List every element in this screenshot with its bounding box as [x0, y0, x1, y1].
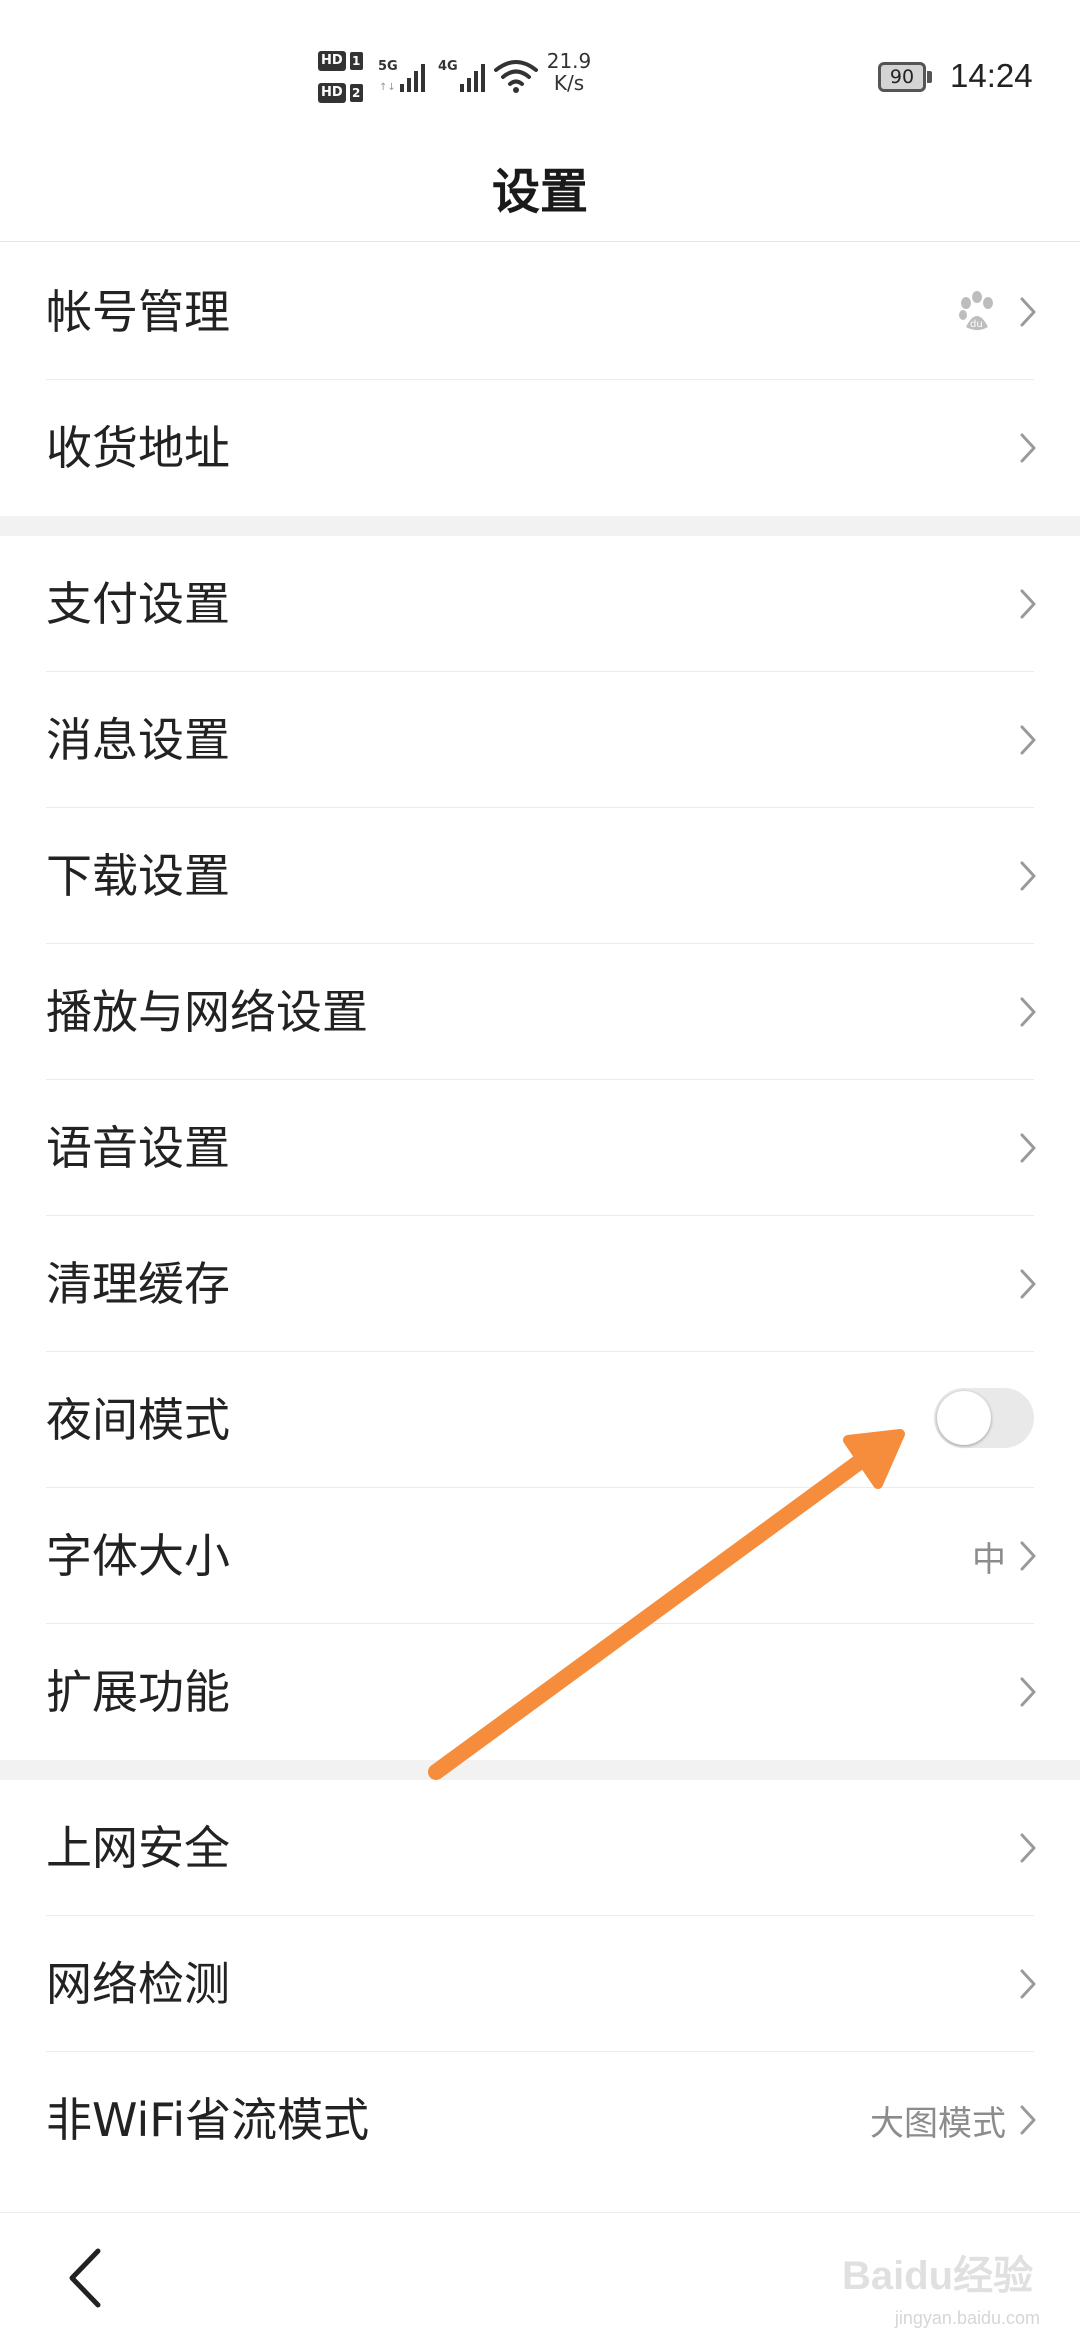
sim2-number: 2 — [349, 84, 363, 102]
row-label: 播放与网络设置 — [46, 985, 368, 1039]
settings-row-download[interactable]: 下载设置 — [0, 808, 1080, 944]
chevron-right-icon — [1020, 589, 1036, 619]
row-label: 夜间模式 — [46, 1393, 230, 1447]
row-label: 扩展功能 — [46, 1665, 230, 1719]
section-divider — [0, 516, 1080, 536]
chevron-right-icon — [1020, 433, 1036, 463]
night-mode-toggle[interactable] — [934, 1388, 1034, 1448]
settings-row-voice[interactable]: 语音设置 — [0, 1080, 1080, 1216]
baidu-paw-icon: du — [959, 291, 993, 330]
signal-4g-icon: 4G — [438, 59, 485, 92]
chevron-right-icon — [1020, 1833, 1036, 1863]
row-label: 网络检测 — [46, 1957, 230, 2011]
settings-row-payment[interactable]: 支付设置 — [0, 536, 1080, 672]
chevron-right-icon — [1020, 1133, 1036, 1163]
font-size-value: 中 — [972, 1539, 1006, 1580]
settings-row-clear-cache[interactable]: 清理缓存 — [0, 1216, 1080, 1352]
settings-row-address[interactable]: 收货地址 — [0, 380, 1080, 516]
sim-indicators: HD 1 HD 2 — [318, 50, 370, 106]
settings-row-extensions[interactable]: 扩展功能 — [0, 1624, 1080, 1760]
chevron-right-icon — [1020, 997, 1036, 1027]
row-label: 支付设置 — [46, 577, 230, 631]
page-title: 设置 — [491, 164, 588, 220]
baidu-watermark-logo: Baidu经验 — [842, 2254, 1033, 2298]
row-label: 语音设置 — [46, 1121, 230, 1175]
wifi-icon — [494, 60, 538, 93]
settings-row-data-saver[interactable]: 非WiFi省流模式 大图模式 — [0, 2052, 1080, 2188]
chevron-right-icon — [1020, 725, 1036, 755]
settings-row-night-mode: 夜间模式 — [0, 1352, 1080, 1488]
settings-row-browsing-security[interactable]: 上网安全 — [0, 1780, 1080, 1916]
network-speed-unit: K/s — [553, 71, 585, 95]
data-saver-value: 大图模式 — [870, 2103, 1006, 2144]
settings-row-playback-network[interactable]: 播放与网络设置 — [0, 944, 1080, 1080]
chevron-right-icon — [1020, 297, 1036, 327]
network-speed: 21.9 K/s — [546, 50, 592, 94]
chevron-right-icon — [1020, 1541, 1036, 1571]
battery-icon: 90 — [878, 62, 932, 94]
chevron-right-icon — [1020, 2105, 1036, 2135]
chevron-right-icon — [1020, 1969, 1036, 1999]
sim2-hd-label: HD — [318, 83, 346, 103]
settings-row-account[interactable]: 帐号管理 du — [0, 244, 1080, 380]
signal-5g-icon: 5G ↑↓ — [378, 59, 425, 93]
row-label: 清理缓存 — [46, 1257, 230, 1311]
watermark-logo-text: Baidu经验 — [842, 2254, 1033, 2298]
row-label: 字体大小 — [46, 1529, 230, 1583]
settings-row-network-check[interactable]: 网络检测 — [0, 1916, 1080, 2052]
toggle-knob — [937, 1391, 991, 1445]
row-label: 收货地址 — [46, 421, 230, 475]
svg-text:du: du — [970, 319, 983, 330]
status-bar: HD 1 HD 2 5G ↑↓ 4G 21.9 K/s 90 14:24 — [0, 0, 1080, 138]
battery-level: 90 — [878, 62, 926, 92]
row-label: 帐号管理 — [46, 285, 230, 339]
clock: 14:24 — [950, 57, 1033, 94]
sim1-number: 1 — [349, 52, 363, 70]
watermark-url: jingyan.baidu.com — [894, 2308, 1040, 2328]
header: 设置 — [0, 138, 1080, 242]
row-label: 下载设置 — [46, 849, 230, 903]
row-label: 上网安全 — [46, 1821, 230, 1875]
chevron-right-icon — [1020, 861, 1036, 891]
svg-text:↑↓: ↑↓ — [379, 82, 396, 93]
row-label: 非WiFi省流模式 — [46, 2093, 370, 2147]
settings-row-font-size[interactable]: 字体大小 中 — [0, 1488, 1080, 1624]
row-label: 消息设置 — [46, 713, 230, 767]
signal2-type-label: 4G — [438, 59, 458, 74]
signal1-type-label: 5G — [378, 59, 398, 74]
chevron-right-icon — [1020, 1677, 1036, 1707]
back-arrow-icon[interactable] — [56, 2243, 116, 2313]
bottom-nav-bar: Baidu经验 jingyan.baidu.com — [0, 2212, 1080, 2341]
baidu-jingyan-watermark: Baidu经验 jingyan.baidu.com — [840, 2239, 1040, 2329]
network-speed-value: 21.9 — [546, 49, 592, 73]
chevron-right-icon — [1020, 1269, 1036, 1299]
section-divider — [0, 1760, 1080, 1780]
settings-row-messages[interactable]: 消息设置 — [0, 672, 1080, 808]
sim1-hd-label: HD — [318, 51, 346, 71]
